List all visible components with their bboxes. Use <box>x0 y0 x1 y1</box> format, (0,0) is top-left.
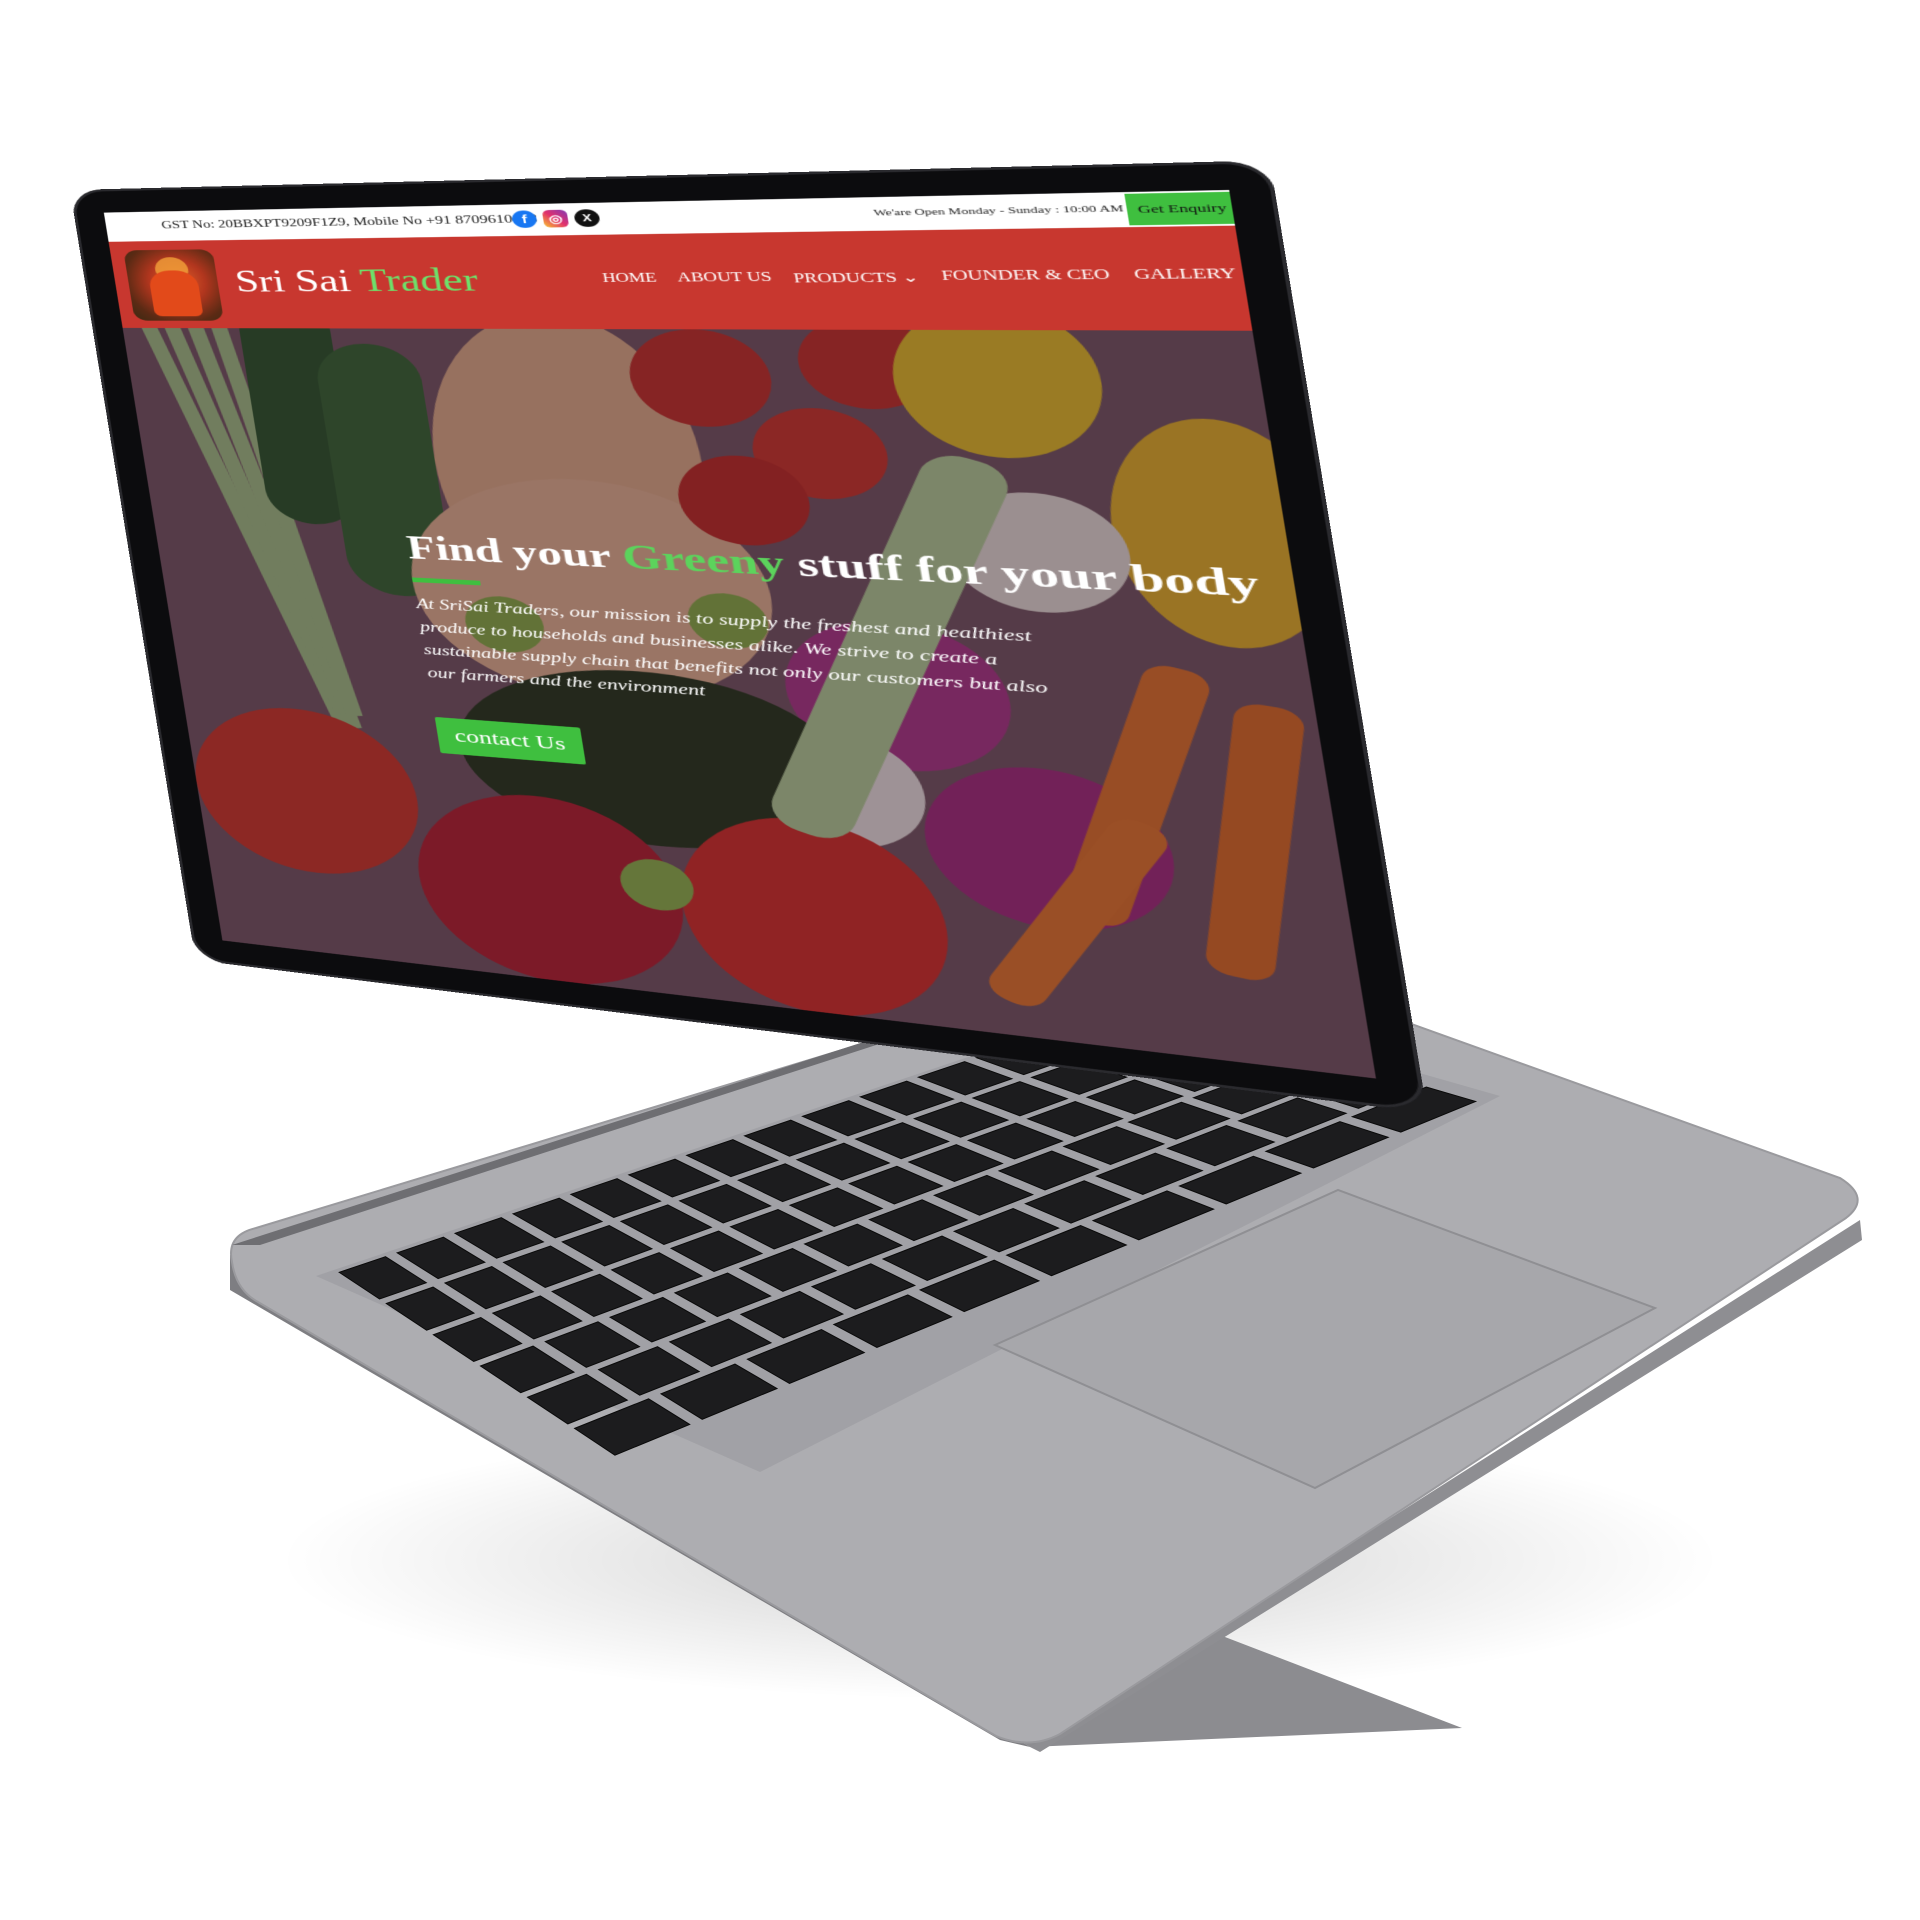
headline-highlight: Greeny <box>619 537 787 584</box>
laptop-mockup: GST No: 20BBXPT9209F1Z9, Mobile No +91 8… <box>0 0 1920 1920</box>
nav-gallery[interactable]: GALLERY <box>1133 267 1238 285</box>
main-nav: HOME ABOUT US PRODUCTS ⌄ FOUNDER & CEO G… <box>601 266 1370 288</box>
instagram-icon[interactable]: ◎ <box>542 210 569 228</box>
gst-mobile-text: GST No: 20BBXPT9209F1Z9, Mobile No +91 8… <box>161 213 539 233</box>
laptop-screen: GST No: 20BBXPT9209F1Z9, Mobile No +91 8… <box>104 190 1376 1079</box>
hero-paragraph: At SriSai Traders, our mission is to sup… <box>414 593 1092 730</box>
x-icon[interactable]: X <box>573 209 601 227</box>
headline-part1: Find your <box>404 528 626 576</box>
logo[interactable] <box>123 249 224 320</box>
brand-name-part2: Trader <box>357 262 480 298</box>
brand-name-part1: Sri Sai <box>233 264 353 299</box>
site-header: Sri Sai Trader HOME ABOUT US PRODUCTS ⌄ … <box>109 226 1253 331</box>
nav-founder-ceo[interactable]: FOUNDER & CEO <box>940 268 1111 286</box>
nav-home[interactable]: HOME <box>601 271 658 287</box>
brand-name[interactable]: Sri Sai Trader <box>233 262 481 300</box>
hero-section: Find your Greeny stuff for your body At … <box>123 328 1376 1079</box>
nav-products[interactable]: PRODUCTS ⌄ <box>792 269 920 287</box>
headline-underline <box>412 577 481 585</box>
nav-about-us[interactable]: ABOUT US <box>676 270 773 287</box>
get-enquiry-button[interactable]: Get Enquiry <box>1124 191 1266 225</box>
